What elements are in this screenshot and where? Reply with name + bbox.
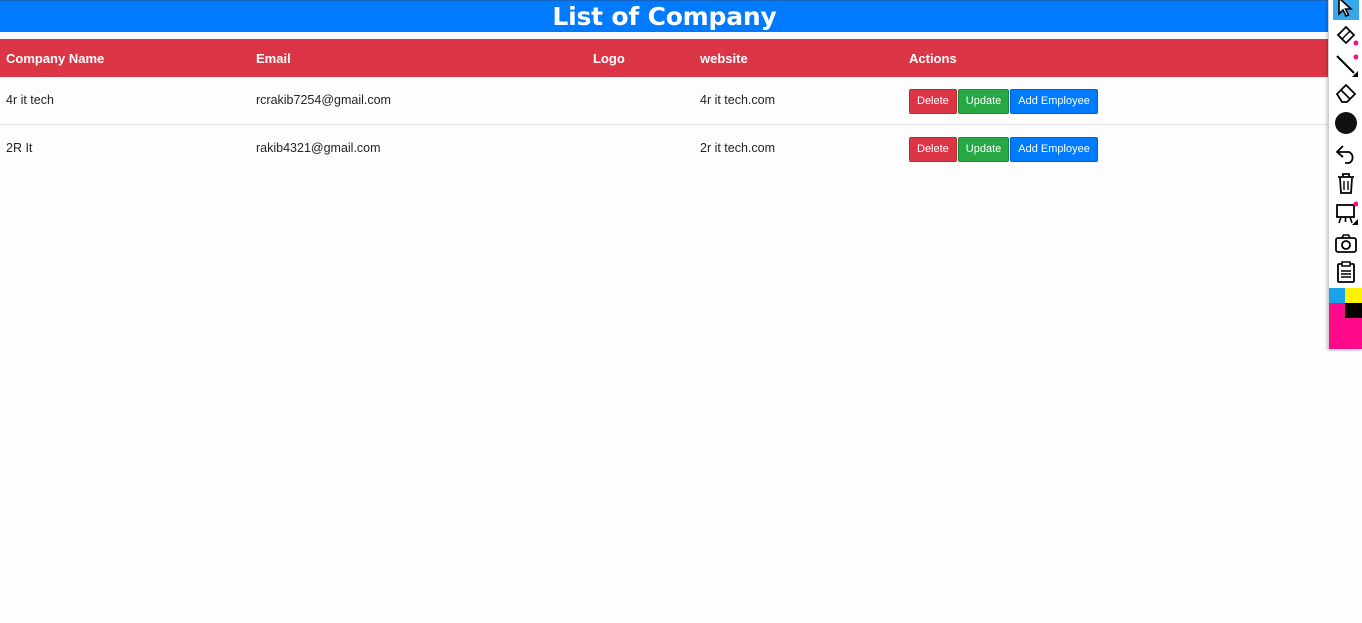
add-employee-button[interactable]: Add Employee: [1010, 136, 1098, 162]
line-icon[interactable]: [1333, 52, 1359, 78]
page-title: List of Company: [552, 2, 777, 31]
table-row: 4r it tech rcrakib7254@gmail.com 4r it t…: [0, 77, 1329, 124]
column-header-company-name: Company Name: [6, 50, 105, 66]
update-button[interactable]: Update: [957, 89, 1010, 114]
table-header-row: Company Name Email Logo website Actions: [0, 39, 1329, 77]
pen-icon[interactable]: [1333, 22, 1359, 48]
color-swatch-black[interactable]: [1345, 303, 1362, 318]
color-swatch-cyan[interactable]: [1329, 288, 1345, 303]
trash-icon[interactable]: [1333, 170, 1359, 196]
column-header-actions: Actions: [909, 50, 957, 66]
cell-email: rakib4321@gmail.com: [256, 140, 381, 155]
cell-website: 4r it tech.com: [700, 93, 776, 107]
column-header-website: website: [700, 50, 748, 66]
page-header: List of Company: [0, 0, 1329, 32]
cursor-icon[interactable]: [1333, 0, 1359, 20]
color-swatch-yellow[interactable]: [1345, 288, 1362, 303]
column-header-email: Email: [256, 50, 291, 66]
cell-logo: [587, 124, 694, 171]
whiteboard-icon[interactable]: [1333, 200, 1359, 226]
cell-website: 2r it tech.com: [700, 140, 776, 155]
cell-company-name: 4r it tech: [6, 93, 54, 107]
cell-company-name: 2R It: [6, 140, 33, 155]
eraser-icon[interactable]: [1333, 80, 1359, 106]
column-header-logo: Logo: [593, 50, 625, 66]
camera-icon[interactable]: [1333, 230, 1359, 256]
clipboard-icon[interactable]: [1333, 259, 1359, 285]
update-button[interactable]: Update: [957, 136, 1010, 162]
delete-button[interactable]: Delete: [909, 89, 957, 114]
cell-email: rcrakib7254@gmail.com: [256, 93, 391, 107]
add-employee-button[interactable]: Add Employee: [1010, 89, 1098, 114]
company-table: Company Name Email Logo website Actions …: [0, 39, 1329, 171]
cell-logo: [587, 77, 694, 124]
delete-button[interactable]: Delete: [909, 136, 957, 162]
table-row: 2R It rakib4321@gmail.com 2r it tech.com…: [0, 124, 1329, 171]
undo-icon[interactable]: [1333, 140, 1359, 166]
drawing-toolbar: [1328, 0, 1362, 349]
cell-actions: Delete Update Add Employee: [903, 77, 1329, 124]
brush-size-icon[interactable]: [1333, 110, 1359, 136]
cell-actions: Delete Update Add Employee: [903, 124, 1329, 171]
